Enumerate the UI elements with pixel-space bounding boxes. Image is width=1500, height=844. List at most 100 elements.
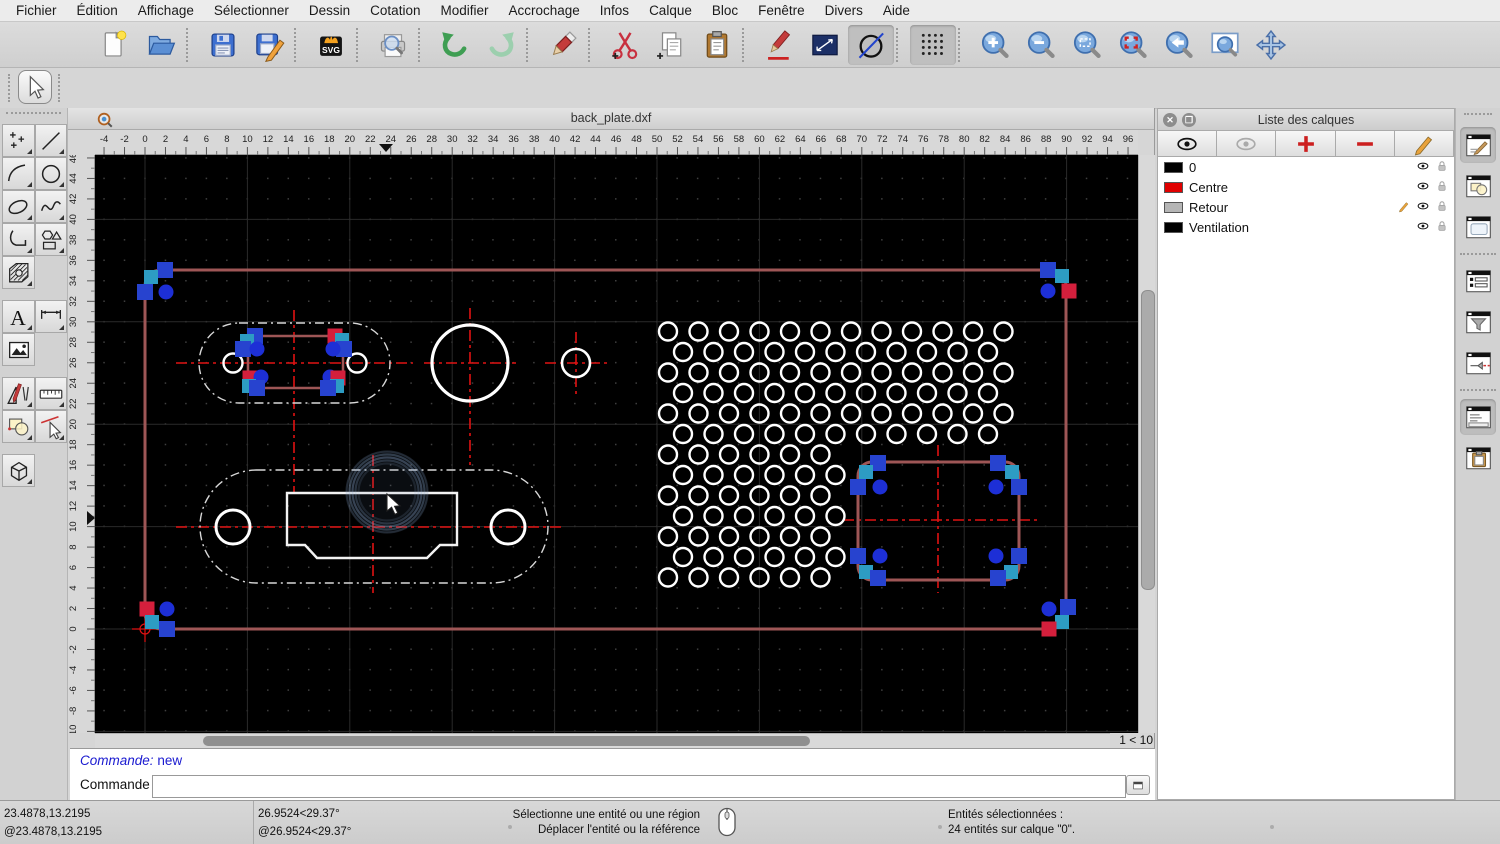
menu-item-fentre[interactable]: Fenêtre: [748, 0, 815, 22]
eye-icon[interactable]: [1415, 218, 1431, 237]
copy-icon: [657, 31, 682, 59]
lock-icon[interactable]: [1434, 158, 1450, 177]
selection-filter-panel-button[interactable]: [1460, 304, 1496, 340]
add-layer-button[interactable]: [1276, 131, 1336, 157]
menu-item-bloc[interactable]: Bloc: [702, 0, 748, 22]
layer-list-panel-button[interactable]: [1460, 127, 1496, 163]
block-list-panel-button[interactable]: [1460, 168, 1496, 204]
zoom-window-button[interactable]: [1202, 25, 1248, 65]
zoom-in-button[interactable]: [972, 25, 1018, 65]
lines-tool-button[interactable]: [34, 124, 67, 157]
selection-info-button[interactable]: [802, 25, 848, 65]
construction-lines-button[interactable]: [848, 24, 894, 65]
eye-icon[interactable]: [1415, 158, 1431, 177]
menu-item-aide[interactable]: Aide: [873, 0, 920, 22]
hide-all-layers-button[interactable]: [1217, 131, 1277, 157]
copy-button[interactable]: [648, 25, 694, 65]
export-svg-button[interactable]: SVG: [308, 25, 354, 65]
window-icon: [1133, 781, 1143, 789]
menu-item-divers[interactable]: Divers: [815, 0, 873, 22]
selection-detail: 24 entités sur calque "0".: [948, 824, 1076, 836]
open-file-button[interactable]: [138, 25, 184, 65]
ellipses-tool-button[interactable]: [2, 190, 35, 223]
pen-palette-panel-button[interactable]: [1460, 345, 1496, 381]
vertical-scrollbar-thumb[interactable]: [1141, 290, 1155, 590]
library-browser-panel-button[interactable]: [1460, 209, 1496, 245]
new-file-button[interactable]: [92, 25, 138, 65]
undo-button[interactable]: [432, 25, 478, 65]
menu-item-accrochage[interactable]: Accrochage: [498, 0, 589, 22]
lock-icon[interactable]: [1434, 218, 1450, 237]
polylines-tool-button[interactable]: [2, 223, 35, 256]
menu-item-cotation[interactable]: Cotation: [360, 0, 430, 22]
hatches-tool-button[interactable]: [2, 256, 35, 289]
svg-text:24: 24: [68, 378, 79, 389]
modify-select-tool-button[interactable]: [34, 410, 67, 443]
select-tool-button[interactable]: [18, 70, 52, 104]
remove-layer-button[interactable]: [1335, 131, 1395, 157]
menu-item-calque[interactable]: Calque: [639, 0, 702, 22]
arcs-tool-button[interactable]: [2, 157, 35, 190]
entity-list-panel-button[interactable]: [1460, 263, 1496, 299]
points-tool-button[interactable]: [2, 124, 35, 157]
menu-item-fichier[interactable]: Fichier: [6, 0, 67, 22]
command-line-panel-button[interactable]: [1460, 399, 1496, 435]
menu-item-slectionner[interactable]: Sélectionner: [204, 0, 299, 22]
redo-button[interactable]: [478, 25, 524, 65]
layer-panel-title: Liste des calques: [1257, 113, 1355, 127]
svg-text:40: 40: [549, 134, 560, 145]
command-window-button[interactable]: [1126, 775, 1150, 795]
images-tool-button[interactable]: [2, 333, 35, 366]
zoom-auto-button[interactable]: [1064, 25, 1110, 65]
show-all-layers-button[interactable]: [1158, 131, 1218, 157]
menu-item-modifier[interactable]: Modifier: [430, 0, 498, 22]
edit-layer-button[interactable]: [1394, 131, 1455, 157]
menu-item-infos[interactable]: Infos: [590, 0, 639, 22]
shapes-tool-button[interactable]: [34, 223, 67, 256]
measure-tool-button[interactable]: [34, 377, 67, 410]
save-as-button[interactable]: [246, 25, 292, 65]
horizontal-scrollbar-thumb[interactable]: [203, 736, 810, 746]
grid-toggle-button[interactable]: [910, 24, 956, 65]
edit-properties-button[interactable]: [756, 25, 802, 65]
paste-button[interactable]: [694, 25, 740, 65]
blocks-tool-button[interactable]: [2, 410, 35, 443]
menu-item-dition[interactable]: Édition: [67, 0, 128, 22]
delete-entities-button[interactable]: [540, 25, 586, 65]
drawing-canvas[interactable]: [95, 155, 1138, 733]
modify-tool-button[interactable]: [2, 377, 35, 410]
horizontal-scrollbar[interactable]: [95, 733, 1110, 748]
lock-icon[interactable]: [1434, 178, 1450, 197]
eye-icon[interactable]: [1415, 178, 1431, 197]
eye-icon[interactable]: [1415, 198, 1431, 217]
zoom-out-button[interactable]: [1018, 25, 1064, 65]
cut-button[interactable]: [602, 25, 648, 65]
zoom-previous-button[interactable]: [1156, 25, 1202, 65]
clipboard-panel-button[interactable]: [1460, 440, 1496, 476]
svg-text:36: 36: [508, 134, 519, 145]
zoom-selection-button[interactable]: [1110, 25, 1156, 65]
menu-item-affichage[interactable]: Affichage: [128, 0, 204, 22]
save-button[interactable]: [200, 25, 246, 65]
layer-panel-titlebar[interactable]: ✕ ❐ Liste des calques: [1158, 109, 1454, 131]
text-tool-button[interactable]: A: [2, 300, 35, 333]
menu-item-dessin[interactable]: Dessin: [299, 0, 360, 22]
lock-icon[interactable]: [1434, 198, 1450, 217]
svg-text:18: 18: [68, 439, 79, 450]
circles-tool-button[interactable]: [34, 157, 67, 190]
toolbar-separator: [418, 27, 430, 62]
svg-text:-2: -2: [68, 645, 79, 653]
vertical-scrollbar[interactable]: [1138, 155, 1155, 733]
splines-tool-button[interactable]: [34, 190, 67, 223]
layer-row[interactable]: Retour: [1158, 197, 1454, 217]
dimensions-tool-button[interactable]: [34, 300, 67, 333]
document-titlebar[interactable]: back_plate.dxf: [68, 108, 1154, 130]
layer-name: Retour: [1189, 199, 1229, 215]
layer-row[interactable]: Ventilation: [1158, 217, 1454, 237]
zoom-pan-button[interactable]: [1248, 25, 1294, 65]
print-preview-button[interactable]: [370, 25, 416, 65]
view-3d-tool-button[interactable]: [2, 454, 35, 487]
command-input[interactable]: [152, 775, 1126, 798]
layer-row[interactable]: 0: [1158, 157, 1454, 177]
layer-row[interactable]: Centre: [1158, 177, 1454, 197]
